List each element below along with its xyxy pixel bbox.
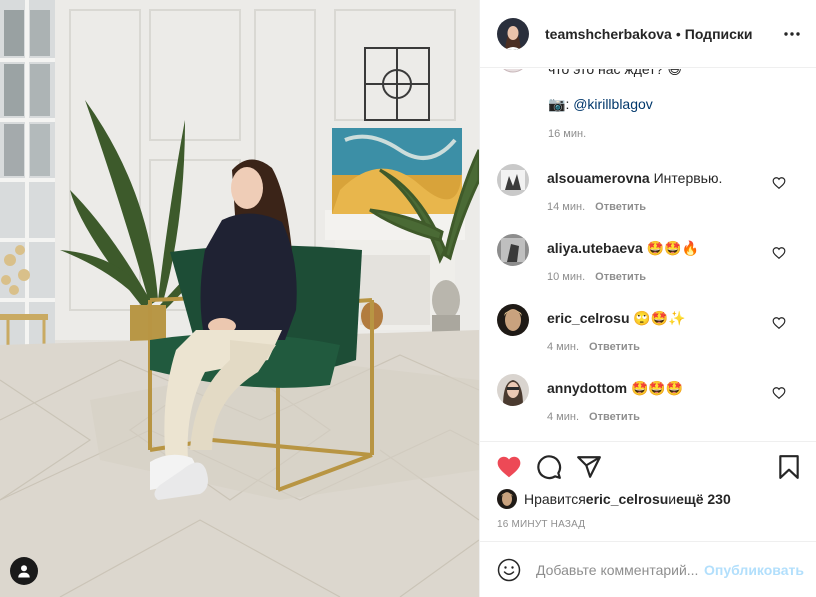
- likes-prefix: Нравится: [524, 491, 586, 507]
- heart-filled-icon[interactable]: [496, 454, 522, 480]
- avatar-image: [497, 304, 529, 336]
- likes-summary: Нравится eric_celrosu и ещё 230: [497, 489, 731, 509]
- camera-icon: 📷: [548, 96, 566, 112]
- add-comment-bar: Опубликовать: [480, 541, 816, 597]
- post-timestamp[interactable]: 16 МИНУТ НАЗАД: [497, 519, 585, 530]
- comment-item: alsouamerovna Интервью. 14 мин. Ответить: [480, 164, 816, 234]
- comment-body: alsouamerovna Интервью.: [547, 170, 722, 186]
- comment-text: 🙄🤩✨: [633, 310, 686, 326]
- comment-username[interactable]: aliya.utebaeva: [547, 240, 643, 256]
- avatar[interactable]: [497, 489, 517, 509]
- comment-body: annydottom 🤩🤩🤩: [547, 380, 683, 397]
- comment-meta: 4 мин. Ответить: [547, 411, 640, 423]
- avatar-image: [497, 489, 517, 509]
- avatar-image: [497, 164, 529, 196]
- post-photo[interactable]: [0, 0, 479, 597]
- comment-text: 🤩🤩🤩: [631, 380, 684, 396]
- avatar[interactable]: [497, 374, 529, 406]
- mention-link[interactable]: @kirillblagov: [573, 96, 653, 112]
- post-author-username[interactable]: teamshcherbakova: [545, 26, 672, 42]
- publish-button[interactable]: Опубликовать: [704, 562, 804, 578]
- comment-username[interactable]: annydottom: [547, 380, 627, 396]
- avatar-image: [497, 374, 529, 406]
- header-separator: •: [675, 25, 681, 42]
- heart-outline-icon[interactable]: [772, 386, 786, 400]
- avatar[interactable]: [497, 234, 529, 266]
- reply-button[interactable]: Ответить: [589, 411, 640, 423]
- more-horizontal-icon[interactable]: [783, 26, 801, 42]
- comment-username[interactable]: eric_celrosu: [547, 310, 630, 326]
- more-dots-glyph: [784, 32, 800, 36]
- comment-text: 🤩🤩🔥: [646, 240, 699, 256]
- reply-button[interactable]: Ответить: [595, 201, 646, 213]
- bookmark-icon[interactable]: [776, 454, 802, 480]
- comment-body: aliya.utebaeva 🤩🤩🔥: [547, 240, 699, 257]
- comment-item: annydottom 🤩🤩🤩 4 мин. Ответить: [480, 374, 816, 440]
- heart-outline-icon[interactable]: [772, 316, 786, 330]
- comment-meta: 10 мин. Ответить: [547, 271, 646, 283]
- comment-input[interactable]: [536, 558, 702, 582]
- comment-meta: 4 мин. Ответить: [547, 341, 640, 353]
- photo-illustration: [0, 0, 479, 597]
- emoji-icon[interactable]: [497, 558, 521, 582]
- caption-author-avatar[interactable]: [497, 69, 529, 73]
- comment-meta: 14 мин. Ответить: [547, 201, 646, 213]
- comment-item: eric_celrosu 🙄🤩✨ 4 мин. Ответить: [480, 304, 816, 374]
- comment-text: Интервью.: [653, 170, 723, 186]
- avatar[interactable]: [497, 164, 529, 196]
- comments-list[interactable]: что это нас ждет? 😄 📷: @kirillblagov 16 …: [480, 69, 816, 440]
- comment-item: aliya.utebaeva 🤩🤩🔥 10 мин. Ответить: [480, 234, 816, 304]
- comment-time[interactable]: 10 мин.: [547, 271, 585, 283]
- likes-middle: и: [668, 491, 677, 507]
- tagged-people-button[interactable]: [10, 557, 38, 585]
- heart-outline-icon[interactable]: [772, 176, 786, 190]
- avatar-image: [503, 69, 523, 73]
- comment-time[interactable]: 4 мин.: [547, 411, 579, 423]
- post-side-panel: teamshcherbakova • Подписки что это нас …: [479, 0, 816, 597]
- avatar[interactable]: [497, 17, 529, 50]
- reply-button[interactable]: Ответить: [595, 271, 646, 283]
- post-header: teamshcherbakova • Подписки: [480, 0, 816, 68]
- likes-others-link[interactable]: ещё 230: [676, 491, 731, 507]
- reply-button[interactable]: Ответить: [589, 341, 640, 353]
- user-icon: [18, 565, 30, 578]
- heart-outline-icon[interactable]: [772, 246, 786, 260]
- avatar-image: [497, 17, 529, 50]
- likes-user-link[interactable]: eric_celrosu: [586, 491, 669, 507]
- share-icon[interactable]: [576, 454, 602, 480]
- comment-time[interactable]: 14 мин.: [547, 201, 585, 213]
- comment-icon[interactable]: [536, 454, 562, 480]
- caption-credit: 📷: @kirillblagov: [548, 96, 653, 113]
- avatar[interactable]: [497, 304, 529, 336]
- comment-body: eric_celrosu 🙄🤩✨: [547, 310, 686, 327]
- avatar-image: [497, 234, 529, 266]
- caption-text: что это нас ждет? 😄: [548, 69, 682, 77]
- follow-status-button[interactable]: Подписки: [685, 26, 753, 42]
- comment-time[interactable]: 4 мин.: [547, 341, 579, 353]
- comment-username[interactable]: alsouamerovna: [547, 170, 650, 186]
- caption-timestamp[interactable]: 16 мин.: [548, 128, 586, 140]
